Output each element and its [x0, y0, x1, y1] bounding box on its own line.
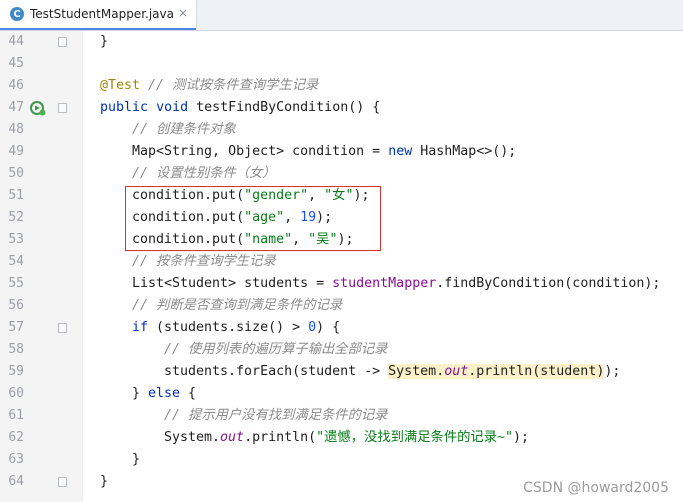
code-line-49: 49 Map<String, Object> condition = new H…: [0, 141, 683, 163]
tab-title: TestStudentMapper.java: [30, 7, 174, 21]
line-number: 49: [8, 144, 24, 159]
fold-end-icon[interactable]: [58, 477, 67, 487]
lambda-body-highlight: System.out.println(student): [388, 364, 605, 379]
code-text: students.forEach(student -> System.out.p…: [164, 364, 621, 379]
code-text: // 提示用户没有找到满足条件的记录: [164, 408, 388, 423]
active-tab-indicator: [0, 28, 196, 30]
code-text: Map<String, Object> condition = new Hash…: [132, 144, 517, 159]
line-number: 59: [8, 364, 24, 379]
run-test-icon[interactable]: [30, 100, 46, 116]
code-line-46: 46 @Test // 测试按条件查询学生记录: [0, 75, 683, 97]
line-number: 46: [8, 78, 24, 93]
line-number: 58: [8, 342, 24, 357]
line-number: 61: [8, 408, 24, 423]
fold-start-icon[interactable]: [58, 323, 67, 333]
fold-start-icon[interactable]: [58, 103, 67, 113]
code-line-55: 55 List<Student> students = studentMappe…: [0, 273, 683, 295]
code-line-62: 62 System.out.println("遗憾，没找到满足条件的记录~");: [0, 427, 683, 449]
code-text: } else {: [132, 386, 197, 401]
line-number: 56: [8, 298, 24, 313]
code-text: System.out.println("遗憾，没找到满足条件的记录~");: [164, 430, 530, 445]
code-line-57: 57 if (students.size() > 0) {: [0, 317, 683, 339]
line-number: 60: [8, 386, 24, 401]
code-text: // 判断是否查询到满足条件的记录: [132, 298, 343, 313]
editor-tab-bar: C TestStudentMapper.java ×: [0, 0, 683, 31]
line-number: 47: [8, 100, 24, 115]
code-text: List<Student> students = studentMapper.f…: [132, 276, 661, 291]
line-number: 51: [8, 188, 24, 203]
line-number: 48: [8, 122, 24, 137]
code-text: }: [132, 452, 141, 467]
code-line-63: 63 }: [0, 449, 683, 471]
line-number: 55: [8, 276, 24, 291]
watermark: CSDN @howard2005: [523, 480, 669, 496]
highlight-box: [125, 186, 381, 251]
code-text: // 创建条件对象: [132, 122, 236, 137]
code-line-44: 44 }: [0, 31, 683, 53]
code-line-45: 45: [0, 53, 683, 75]
code-text: }: [100, 34, 109, 49]
code-text: public void testFindByCondition() {: [100, 100, 381, 115]
code-line-50: 50 // 设置性别条件（女）: [0, 163, 683, 185]
code-text: @Test // 测试按条件查询学生记录: [100, 78, 319, 93]
line-number: 62: [8, 430, 24, 445]
line-number: 53: [8, 232, 24, 247]
code-line-48: 48 // 创建条件对象: [0, 119, 683, 141]
fold-end-icon[interactable]: [58, 37, 67, 47]
line-number: 64: [8, 474, 24, 489]
tab-test-student-mapper[interactable]: C TestStudentMapper.java ×: [0, 0, 197, 30]
line-number: 52: [8, 210, 24, 225]
code-line-60: 60 } else {: [0, 383, 683, 405]
code-text: }: [100, 474, 109, 489]
line-number: 54: [8, 254, 24, 269]
code-line-61: 61 // 提示用户没有找到满足条件的记录: [0, 405, 683, 427]
code-text: // 设置性别条件（女）: [132, 166, 276, 181]
code-line-59: 59 students.forEach(student -> System.ou…: [0, 361, 683, 383]
line-number: 44: [8, 34, 24, 49]
code-line-56: 56 // 判断是否查询到满足条件的记录: [0, 295, 683, 317]
code-text: // 按条件查询学生记录: [132, 254, 276, 269]
close-icon[interactable]: ×: [178, 6, 188, 20]
line-number: 50: [8, 166, 24, 181]
line-number: 63: [8, 452, 24, 467]
code-line-58: 58 // 使用列表的遍历算子输出全部记录: [0, 339, 683, 361]
code-line-47: 47 public void testFindByCondition() {: [0, 97, 683, 119]
code-text: // 使用列表的遍历算子输出全部记录: [164, 342, 388, 357]
line-number: 45: [8, 56, 24, 71]
line-number: 57: [8, 320, 24, 335]
code-text: if (students.size() > 0) {: [132, 320, 341, 335]
code-line-54: 54 // 按条件查询学生记录: [0, 251, 683, 273]
java-class-icon: C: [10, 7, 24, 21]
